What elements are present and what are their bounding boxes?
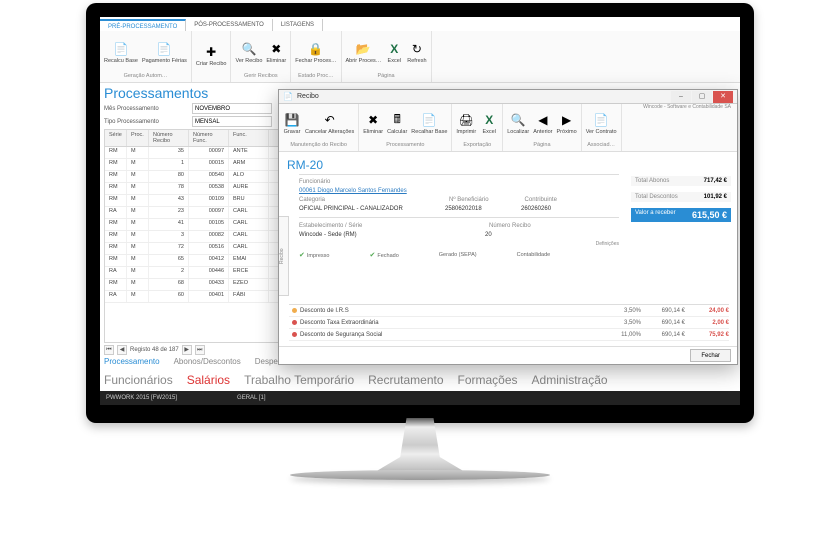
status-icons: Impresso Fechado Gerado (SEPA) Contabilidad… [299, 251, 729, 259]
recalc-base-icon[interactable]: 📄Recalcu Base [104, 40, 138, 65]
modal-titlebar: 📄 Recibo – ▢ ✕ [279, 90, 737, 104]
deduction-row[interactable]: Desconto de Segurança Social11,00%690,14… [289, 329, 729, 341]
estab-value: Wincode - Sede (RM) [299, 232, 479, 238]
th-n-mero-func-[interactable]: Número Func. [189, 130, 229, 146]
tipo-proc-value[interactable]: MENSAL [192, 116, 272, 127]
criar-recibo-icon[interactable]: ✚Criar Recibo [196, 43, 227, 68]
recibo-modal: 📄 Recibo – ▢ ✕ 💾Gravar↶Cancelar Alteraçõ… [278, 89, 738, 365]
th-proc-[interactable]: Proc. [127, 130, 149, 146]
ribbon-tabs: PRÉ-PROCESSAMENTOPÓS-PROCESSAMENTOLISTAG… [100, 17, 740, 31]
total-descontos-value: 101,92 € [704, 194, 727, 200]
th-n-mero-recibo[interactable]: Número Recibo [149, 130, 189, 146]
numrecibo-label: Número Recibo [489, 223, 531, 229]
status-app: PWWORK 2015 [FW2015] [106, 395, 177, 401]
status-geral: GERAL [1] [237, 395, 265, 401]
subtab-abonos-descontos[interactable]: Abonos/Descontos [174, 357, 241, 366]
calc-icon[interactable]: 🖩Calcular [387, 111, 407, 136]
valor-receber-value: 615,50 € [692, 210, 727, 220]
status-fechado: Fechado [370, 251, 399, 259]
app-screen: PRÉ-PROCESSAMENTOPÓS-PROCESSAMENTOLISTAG… [100, 17, 740, 405]
recalc-base2-icon[interactable]: 📄Recalhar Base [411, 111, 447, 136]
modal-title-text: Recibo [297, 93, 671, 100]
deduction-row[interactable]: Desconto Taxa Extraordinária3,50%690,14 … [289, 317, 729, 329]
status-gerado-sepa-: Gerado (SEPA) [439, 252, 477, 258]
contribuinte-value: 260260260 [521, 206, 551, 212]
beneficiario-value: 25806202018 [445, 206, 515, 212]
localizar-icon[interactable]: 🔍Localizar [507, 111, 529, 136]
abrir-proces-icon[interactable]: 📂Abrir Proces… [346, 40, 382, 65]
modal-app-icon: 📄 [283, 92, 293, 102]
categoria-value: OFICIAL PRINCIPAL - CANALIZADOR [299, 206, 439, 212]
deduction-row[interactable]: Desconto de I.R.S3,50%690,14 €24,00 € [289, 305, 729, 317]
cancel-changes-icon[interactable]: ↶Cancelar Alterações [305, 111, 354, 136]
module-tabs: Funcionários Salários Trabalho Temporário R… [104, 373, 608, 387]
excel-icon[interactable]: XExcel [385, 40, 403, 65]
definicoes-link[interactable]: Definições [299, 241, 619, 247]
th-s-rie[interactable]: Série [105, 130, 127, 146]
modal-vendor: Wincode - Software e Contabilidade SA [643, 104, 731, 110]
proximo-icon[interactable]: ▶Próximo [557, 111, 577, 136]
funcionario-label: Funcionário [299, 179, 383, 185]
delete-icon[interactable]: ✖Eliminar [363, 111, 383, 136]
mes-proc-value[interactable]: NOVEMBRO [192, 103, 272, 114]
refresh-icon[interactable]: ↻Refresh [407, 40, 426, 65]
estab-label: Estabelecimento / Série [299, 223, 383, 229]
fechar-proces-icon[interactable]: 🔒Fechar Proces… [295, 40, 336, 65]
ver-contrato-icon[interactable]: 📄Ver Contrato [586, 111, 617, 136]
modal-min-button[interactable]: – [671, 91, 691, 103]
ribbon-tab-pr-processamento[interactable]: PRÉ-PROCESSAMENTO [100, 19, 186, 31]
anterior-icon[interactable]: ◀Anterior [533, 111, 552, 136]
save-icon[interactable]: 💾Gravar [283, 111, 301, 136]
receipt-id: RM-20 [287, 158, 729, 172]
pagamento-ferias-icon[interactable]: 📄Pagamento Férias [142, 40, 187, 65]
subtab-processamento[interactable]: Processamento [104, 357, 160, 366]
vertical-tab-recibo[interactable]: Recibo [279, 216, 289, 296]
total-abonos-label: Total Abonos [635, 178, 669, 184]
deductions-table: Desconto de I.R.S3,50%690,14 €24,00 €Des… [289, 304, 729, 341]
valor-receber-label: Valor a receber [635, 210, 676, 220]
module-tab-funcion-rios[interactable]: Funcionários [104, 373, 173, 387]
status-impresso: Impresso [299, 251, 330, 259]
excel2-icon[interactable]: XExcel [480, 111, 498, 136]
modal-ribbon: 💾Gravar↶Cancelar AlteraçõesManutenção do… [279, 104, 737, 152]
pager-text: Registo 48 de 187 [130, 347, 179, 353]
th-func-[interactable]: Func. [229, 130, 269, 146]
pager-first[interactable]: ⏮ [104, 345, 114, 355]
contribuinte-label: Contribuinte [525, 197, 557, 203]
ver-recibo-icon[interactable]: 🔍Ver Recibo [235, 40, 262, 65]
eliminar-icon[interactable]: ✖Eliminar [266, 40, 286, 65]
print-icon[interactable]: 🖨Imprimir [456, 111, 476, 136]
total-abonos-value: 717,42 € [704, 178, 727, 184]
beneficiario-label: Nº Beneficiário [449, 197, 489, 203]
categoria-label: Categoria [299, 197, 383, 203]
status-bar: PWWORK 2015 [FW2015] GERAL [1] [100, 391, 740, 405]
main-ribbon: 📄Recalcu Base📄Pagamento FériasGeração Au… [100, 31, 740, 83]
fechar-button[interactable]: Fechar [690, 349, 731, 362]
total-descontos-label: Total Descontos [635, 194, 678, 200]
totals-panel: Total Abonos 717,42 € Total Descontos 10… [631, 176, 731, 222]
modal-max-button[interactable]: ▢ [692, 91, 712, 103]
module-tab-administra-o[interactable]: Administração [532, 373, 608, 387]
pager-prev[interactable]: ◀ [117, 345, 127, 355]
status-contabilidade: Contabilidade [517, 252, 551, 258]
receipt-form: Funcionário 00061 Diogo Marcelo Santos F… [299, 174, 619, 247]
module-tab-forma-es[interactable]: Formações [458, 373, 518, 387]
modal-close-button[interactable]: ✕ [713, 91, 733, 103]
module-tab-recrutamento[interactable]: Recrutamento [368, 373, 443, 387]
filters: Mês Processamento NOVEMBRO Tipo Processa… [104, 103, 272, 127]
section-title: Processamentos [104, 85, 208, 101]
pager-next[interactable]: ▶ [182, 345, 192, 355]
pager: ⏮ ◀ Registo 48 de 187 ▶ ⏭ [104, 345, 205, 355]
funcionario-link[interactable]: 00061 Diogo Marcelo Santos Fernandes [299, 188, 407, 194]
ribbon-tab-listagens[interactable]: LISTAGENS [273, 19, 323, 31]
module-tab-sal-rios[interactable]: Salários [187, 373, 230, 387]
numrecibo-value: 20 [485, 232, 492, 238]
mes-proc-label: Mês Processamento [104, 106, 188, 112]
module-tab-trabalho-tempor-rio[interactable]: Trabalho Temporário [244, 373, 354, 387]
pager-last[interactable]: ⏭ [195, 345, 205, 355]
ribbon-tab-p-s-processamento[interactable]: PÓS-PROCESSAMENTO [186, 19, 273, 31]
tipo-proc-label: Tipo Processamento [104, 119, 188, 125]
